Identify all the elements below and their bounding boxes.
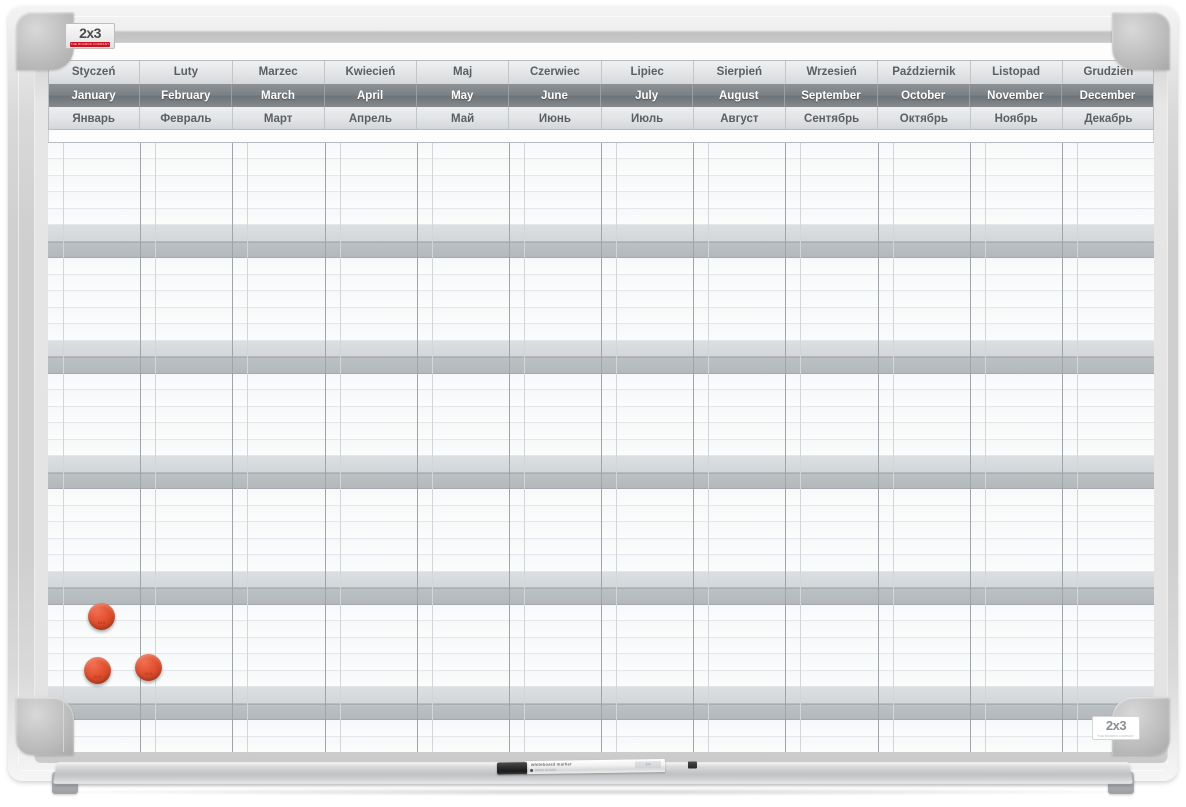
month-header-cell-october-ru: Октябрь — [878, 107, 971, 130]
month-column-separator — [324, 143, 326, 752]
magnet[interactable]: 2x3 — [84, 657, 111, 684]
magnet-label: 2x3 — [97, 620, 106, 625]
marker-bullet-icon — [530, 768, 534, 772]
month-header-cell-december-ru: Декабрь — [1062, 107, 1154, 130]
month-header-cell-november-en: November — [969, 84, 1062, 107]
watermark-logo-text: 2x3 — [1105, 717, 1127, 733]
frame-highlight-line — [18, 22, 19, 765]
frame-highlight-line — [22, 16, 1164, 17]
month-row-russian: Январь Февраль Март Апрель Май Июнь Июль Август… — [48, 107, 1154, 130]
day-marker-column-divider — [63, 143, 64, 752]
month-header-cell-march-pl: Marzec — [232, 60, 325, 84]
month-header-cell-february-pl: Luty — [140, 60, 233, 84]
whiteboard-surface[interactable]: Styczeń Luty Marzec Kwiecień Maj Czerwiec Lipi… — [48, 42, 1154, 752]
watermark-tagline: THE BOARDS COMPANY — [1097, 733, 1135, 738]
marker-brand-badge: 2x3 — [634, 760, 662, 769]
day-marker-column-divider — [1076, 143, 1078, 752]
month-column-separator — [232, 143, 234, 752]
month-header-cell-october-pl: Październik — [878, 60, 971, 84]
month-header-cell-august-ru: Август — [693, 107, 786, 130]
month-header-cell-march-en: March — [232, 84, 325, 107]
month-column-separator — [601, 143, 602, 752]
month-header-cell-june-pl: Czerwiec — [509, 60, 602, 84]
day-marker-column-divider — [800, 143, 802, 752]
month-header-cell-february-en: February — [140, 84, 233, 107]
brand-logo-tagline: THE BOARDS COMPANY — [70, 41, 110, 47]
marker-label: whiteboard marker — [530, 761, 572, 768]
day-marker-column-divider — [616, 143, 617, 752]
planner-grid[interactable] — [48, 142, 1154, 752]
month-header-cell-march-ru: Март — [232, 107, 325, 130]
month-header-cell-november-ru: Ноябрь — [970, 107, 1063, 130]
day-marker-column-divider — [892, 143, 894, 752]
month-header-cell-june-en: June — [508, 84, 602, 107]
brand-watermark: 2x3 THE BOARDS COMPANY — [1092, 716, 1140, 740]
month-header-cell-may-ru: Май — [417, 107, 510, 130]
day-marker-column-divider — [431, 143, 433, 752]
month-header-cell-october-en: October — [877, 84, 970, 107]
frame-corner-bottom-left — [16, 697, 74, 755]
month-header-cell-september-en: September — [785, 84, 878, 107]
day-marker-column-divider — [523, 143, 525, 752]
month-column-separator — [969, 143, 971, 752]
month-header-cell-january-en: January — [48, 84, 141, 107]
magnet-label: 2x3 — [144, 671, 153, 676]
month-header-cell-july-ru: Июль — [601, 107, 694, 130]
month-header-cell-july-pl: Lipiec — [601, 60, 694, 84]
marker-barrel: whiteboard marker marker do tablic 2x3 — [524, 758, 666, 775]
magnet[interactable]: 2x3 — [88, 603, 115, 630]
frame-corner-top-right — [1112, 12, 1170, 70]
month-header-cell-november-pl: Listopad — [970, 60, 1063, 84]
month-header-block: Styczeń Luty Marzec Kwiecień Maj Czerwiec Lipi… — [48, 60, 1154, 130]
month-header-cell-august-pl: Sierpień — [693, 60, 786, 84]
day-marker-column-divider — [708, 143, 710, 752]
month-header-cell-april-ru: Апрель — [324, 107, 417, 130]
month-column-separator — [693, 143, 695, 752]
magnet-label: 2x3 — [93, 674, 102, 679]
month-header-cell-april-pl: Kwiecień — [324, 60, 417, 84]
marker-sub-label: marker do tablic — [535, 767, 557, 772]
month-header-cell-august-en: August — [693, 84, 786, 107]
month-header-cell-may-en: May — [416, 84, 509, 107]
marker-end-cap — [687, 761, 698, 769]
brand-logo-text: 2x3 — [79, 24, 101, 41]
month-row-english: January February March April May June July Augu… — [48, 84, 1154, 107]
month-header-cell-december-en: December — [1061, 84, 1154, 107]
month-header-cell-may-pl: Maj — [417, 60, 510, 84]
month-column-separator — [1061, 143, 1063, 752]
month-header-cell-september-pl: Wrzesień — [786, 60, 879, 84]
month-header-cell-june-ru: Июнь — [509, 107, 602, 130]
board-drop-shadow — [30, 788, 1156, 796]
month-row-polish: Styczeń Luty Marzec Kwiecień Maj Czerwiec Lipi… — [48, 60, 1154, 84]
day-marker-column-divider — [984, 143, 986, 752]
day-marker-column-divider — [339, 143, 341, 752]
month-header-cell-july-en: July — [601, 84, 694, 107]
day-marker-column-divider — [247, 143, 249, 752]
month-column-separator — [877, 143, 879, 752]
month-column-separator — [785, 143, 787, 752]
brand-logo-plate: 2x3 THE BOARDS COMPANY — [65, 23, 115, 49]
month-header-cell-january-ru: Январь — [48, 107, 141, 130]
month-column-separator — [416, 143, 418, 752]
month-header-cell-september-ru: Сентябрь — [786, 107, 879, 130]
month-header-cell-february-ru: Февраль — [140, 107, 233, 130]
whiteboard-frame: Styczeń Luty Marzec Kwiecień Maj Czerwiec Lipi… — [8, 6, 1178, 781]
magnet[interactable]: 2x3 — [135, 654, 162, 681]
month-header-cell-april-en: April — [324, 84, 417, 107]
marker-cap — [496, 761, 528, 775]
month-column-separator — [508, 143, 510, 752]
